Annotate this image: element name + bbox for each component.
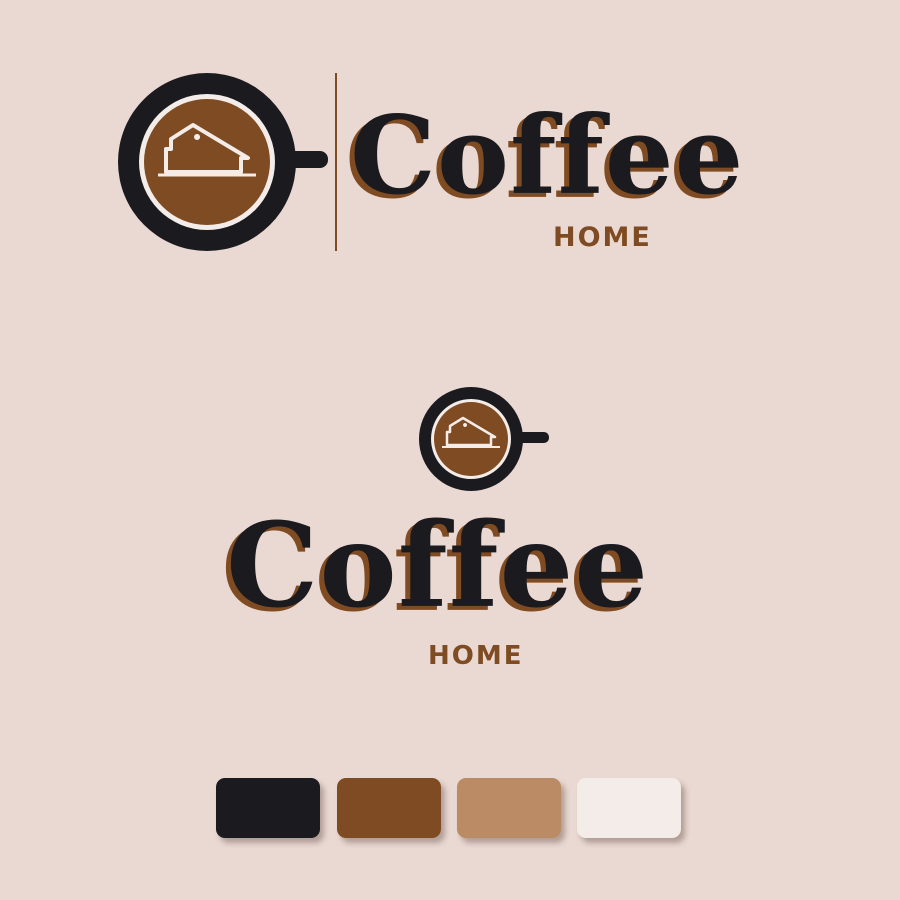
- stacked-logo: Coffee Coffee HOME: [0, 0, 900, 900]
- coffee-cup-house-icon-small: [419, 387, 549, 491]
- swatch-brown: [337, 778, 441, 838]
- color-palette: [216, 778, 682, 840]
- brand-subtitle-stacked: HOME: [428, 641, 524, 671]
- swatch-cream: [577, 778, 681, 838]
- brand-wordmark-stacked: Coffee Coffee: [221, 498, 650, 638]
- swatch-tan: [457, 778, 561, 838]
- swatch-dark: [216, 778, 320, 838]
